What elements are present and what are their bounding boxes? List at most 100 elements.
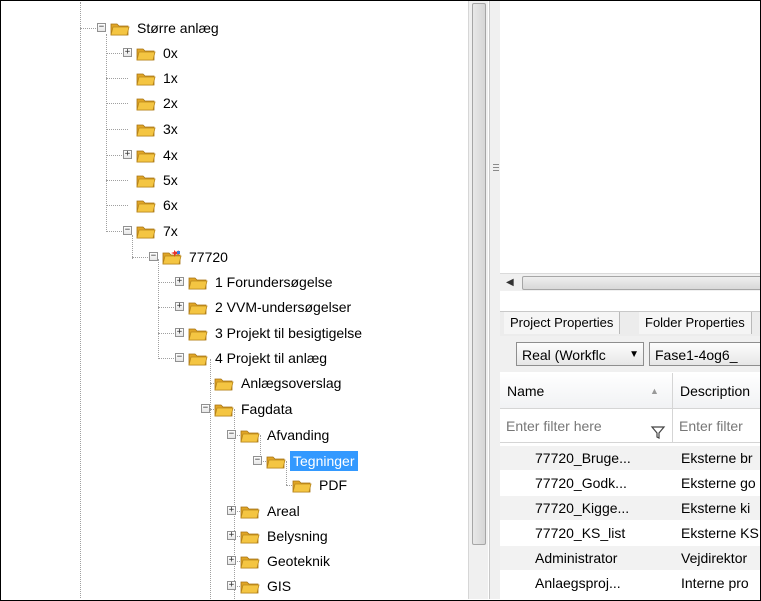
tree-node[interactable]: 4 Projekt til anlæg [188, 347, 330, 369]
project-folder-icon [162, 248, 186, 265]
table-row[interactable]: 77720_KS_list Eksterne KS [500, 521, 760, 545]
name-cell-text: 77720_Godk... [535, 475, 627, 491]
tree-node-label: Belysning [267, 528, 328, 544]
description-filter-placeholder: Enter filter [679, 418, 743, 434]
tab-project-properties[interactable]: Project Properties [504, 312, 621, 334]
details-horizontal-scrollbar[interactable]: ◀ [500, 273, 761, 291]
expand-icon[interactable]: + [227, 556, 236, 565]
collapse-icon[interactable]: − [123, 226, 132, 235]
tree-node[interactable]: 4x [136, 144, 181, 166]
tree-vertical-scrollbar[interactable] [468, 1, 488, 599]
name-cell-text: 77720_KS_list [535, 525, 626, 541]
name-cell: 77720_Bruge... [535, 446, 673, 470]
collapse-icon[interactable]: − [149, 252, 158, 261]
tab-folder-properties[interactable]: Folder Properties [639, 312, 752, 334]
table-row[interactable]: Anlaegsproj... Interne pro [500, 571, 760, 595]
expand-icon[interactable]: + [175, 328, 184, 337]
tree-node[interactable]: Areal [240, 500, 303, 522]
sort-arrow-icon: ▲ [650, 386, 659, 396]
tree-node-label: 7x [163, 223, 178, 239]
tree-node[interactable]: 3 Projekt til besigtigelse [188, 322, 365, 344]
tree-node[interactable]: 77720 [162, 246, 231, 268]
tree-node[interactable]: 6x [136, 194, 181, 216]
expand-icon[interactable]: + [175, 302, 184, 311]
table-row[interactable]: Administrator Vejdirektor [500, 546, 760, 570]
tree-node[interactable]: 5x [136, 169, 181, 191]
tree-node-label: 2x [163, 95, 178, 111]
folder-icon [240, 502, 264, 519]
table-row[interactable]: 77720_Kigge... Eksterne ki [500, 496, 760, 520]
tree-node[interactable]: GIS [240, 575, 294, 597]
table-row[interactable]: 77720_Bruge... Eksterne br [500, 446, 760, 470]
name-cell: 77720_Kigge... [535, 496, 673, 520]
filter-icon[interactable] [650, 418, 666, 439]
tree-node-label: 3 Projekt til besigtigelse [215, 325, 363, 341]
folder-tree[interactable]: − Større anlæg +0x 1x 2x 3x +4x 5x 6x − 7x − 77720 +1… [1, 1, 466, 599]
description-cell: Eksterne go [681, 475, 756, 491]
workflow-select[interactable]: Real (Workflc ▼ [516, 342, 644, 366]
tree-node[interactable]: 2 VVM-undersøgelser [188, 296, 354, 318]
tree-node[interactable]: 0x [136, 42, 181, 64]
properties-tabs: Project Properties Folder Properties [500, 311, 760, 337]
tree-node[interactable]: PDF [292, 474, 350, 496]
tree-node-label: Større anlæg [137, 20, 219, 36]
description-cell: Eksterne KS [681, 525, 759, 541]
collapse-icon[interactable]: − [227, 430, 236, 439]
tree-scroll-thumb[interactable] [472, 3, 486, 545]
folder-icon [110, 19, 134, 36]
tree-node[interactable]: Anlægsoverslag [214, 372, 344, 394]
tree-node[interactable]: 7x [136, 220, 181, 242]
tree-node-label: 4 Projekt til anlæg [215, 350, 328, 366]
expand-icon[interactable]: + [123, 48, 132, 57]
name-cell: 77720_Godk... [535, 471, 673, 495]
folder-icon [240, 426, 264, 443]
tree-node-label: Fagdata [241, 401, 293, 417]
tree-node-label: PDF [319, 477, 347, 493]
column-header-name[interactable]: Name ▲ [500, 373, 673, 409]
collapse-icon[interactable]: − [97, 23, 106, 32]
collapse-icon[interactable]: − [253, 456, 262, 465]
table-row[interactable]: 77720_Godk... Eksterne go [500, 471, 760, 495]
tree-node[interactable]: Større anlæg [110, 17, 222, 39]
tree-node[interactable]: 3x [136, 118, 181, 140]
description-filter-input[interactable]: Enter filter [673, 409, 761, 443]
expand-icon[interactable]: + [175, 277, 184, 286]
tree-node[interactable]: Geoteknik [240, 550, 333, 572]
tree-node[interactable]: 1 Forundersøgelse [188, 271, 336, 293]
name-cell-text: Administrator [535, 550, 618, 566]
expand-icon[interactable]: + [227, 531, 236, 540]
folder-icon [188, 273, 212, 290]
tree-node[interactable]: Fagdata [214, 398, 295, 420]
tree-node[interactable]: 1x [136, 67, 181, 89]
expand-icon[interactable]: + [123, 150, 132, 159]
name-filter-input[interactable]: Enter filter here [500, 409, 673, 443]
tree-node-label: 5x [163, 172, 178, 188]
tree-node-label: 77720 [189, 249, 228, 265]
collapse-icon[interactable]: − [201, 404, 210, 413]
name-cell: 77720_KS_list [535, 521, 673, 545]
tree-node-label: 3x [163, 121, 178, 137]
scroll-left-icon[interactable]: ◀ [506, 277, 514, 288]
tree-node-label: 0x [163, 45, 178, 61]
expand-icon[interactable]: + [227, 581, 236, 590]
tree-node-label: 2 VVM-undersøgelser [215, 299, 352, 315]
expand-icon[interactable]: + [227, 506, 236, 515]
details-scroll-thumb[interactable] [522, 276, 761, 290]
column-header-description[interactable]: Description [673, 373, 761, 409]
name-cell-text: 77720_Kigge... [535, 500, 630, 516]
description-cell: Interne pro [681, 575, 749, 591]
state-select[interactable]: Fase1-4og6_ [649, 342, 761, 366]
state-select-value: Fase1-4og6_ [655, 347, 738, 363]
tree-node[interactable]: Tegninger [266, 450, 358, 472]
column-header-description-label: Description [680, 383, 751, 399]
description-cell: Vejdirektor [681, 550, 748, 566]
tree-node[interactable]: Afvanding [240, 424, 332, 446]
tree-node-label: 4x [163, 147, 178, 163]
collapse-icon[interactable]: − [175, 353, 184, 362]
tree-node-label: GIS [267, 578, 292, 594]
tree-node[interactable]: Belysning [240, 525, 331, 547]
tree-node[interactable]: 2x [136, 92, 181, 114]
folder-icon [266, 452, 290, 469]
workflow-select-value: Real (Workflc [522, 347, 606, 363]
folder-icon [136, 69, 160, 86]
